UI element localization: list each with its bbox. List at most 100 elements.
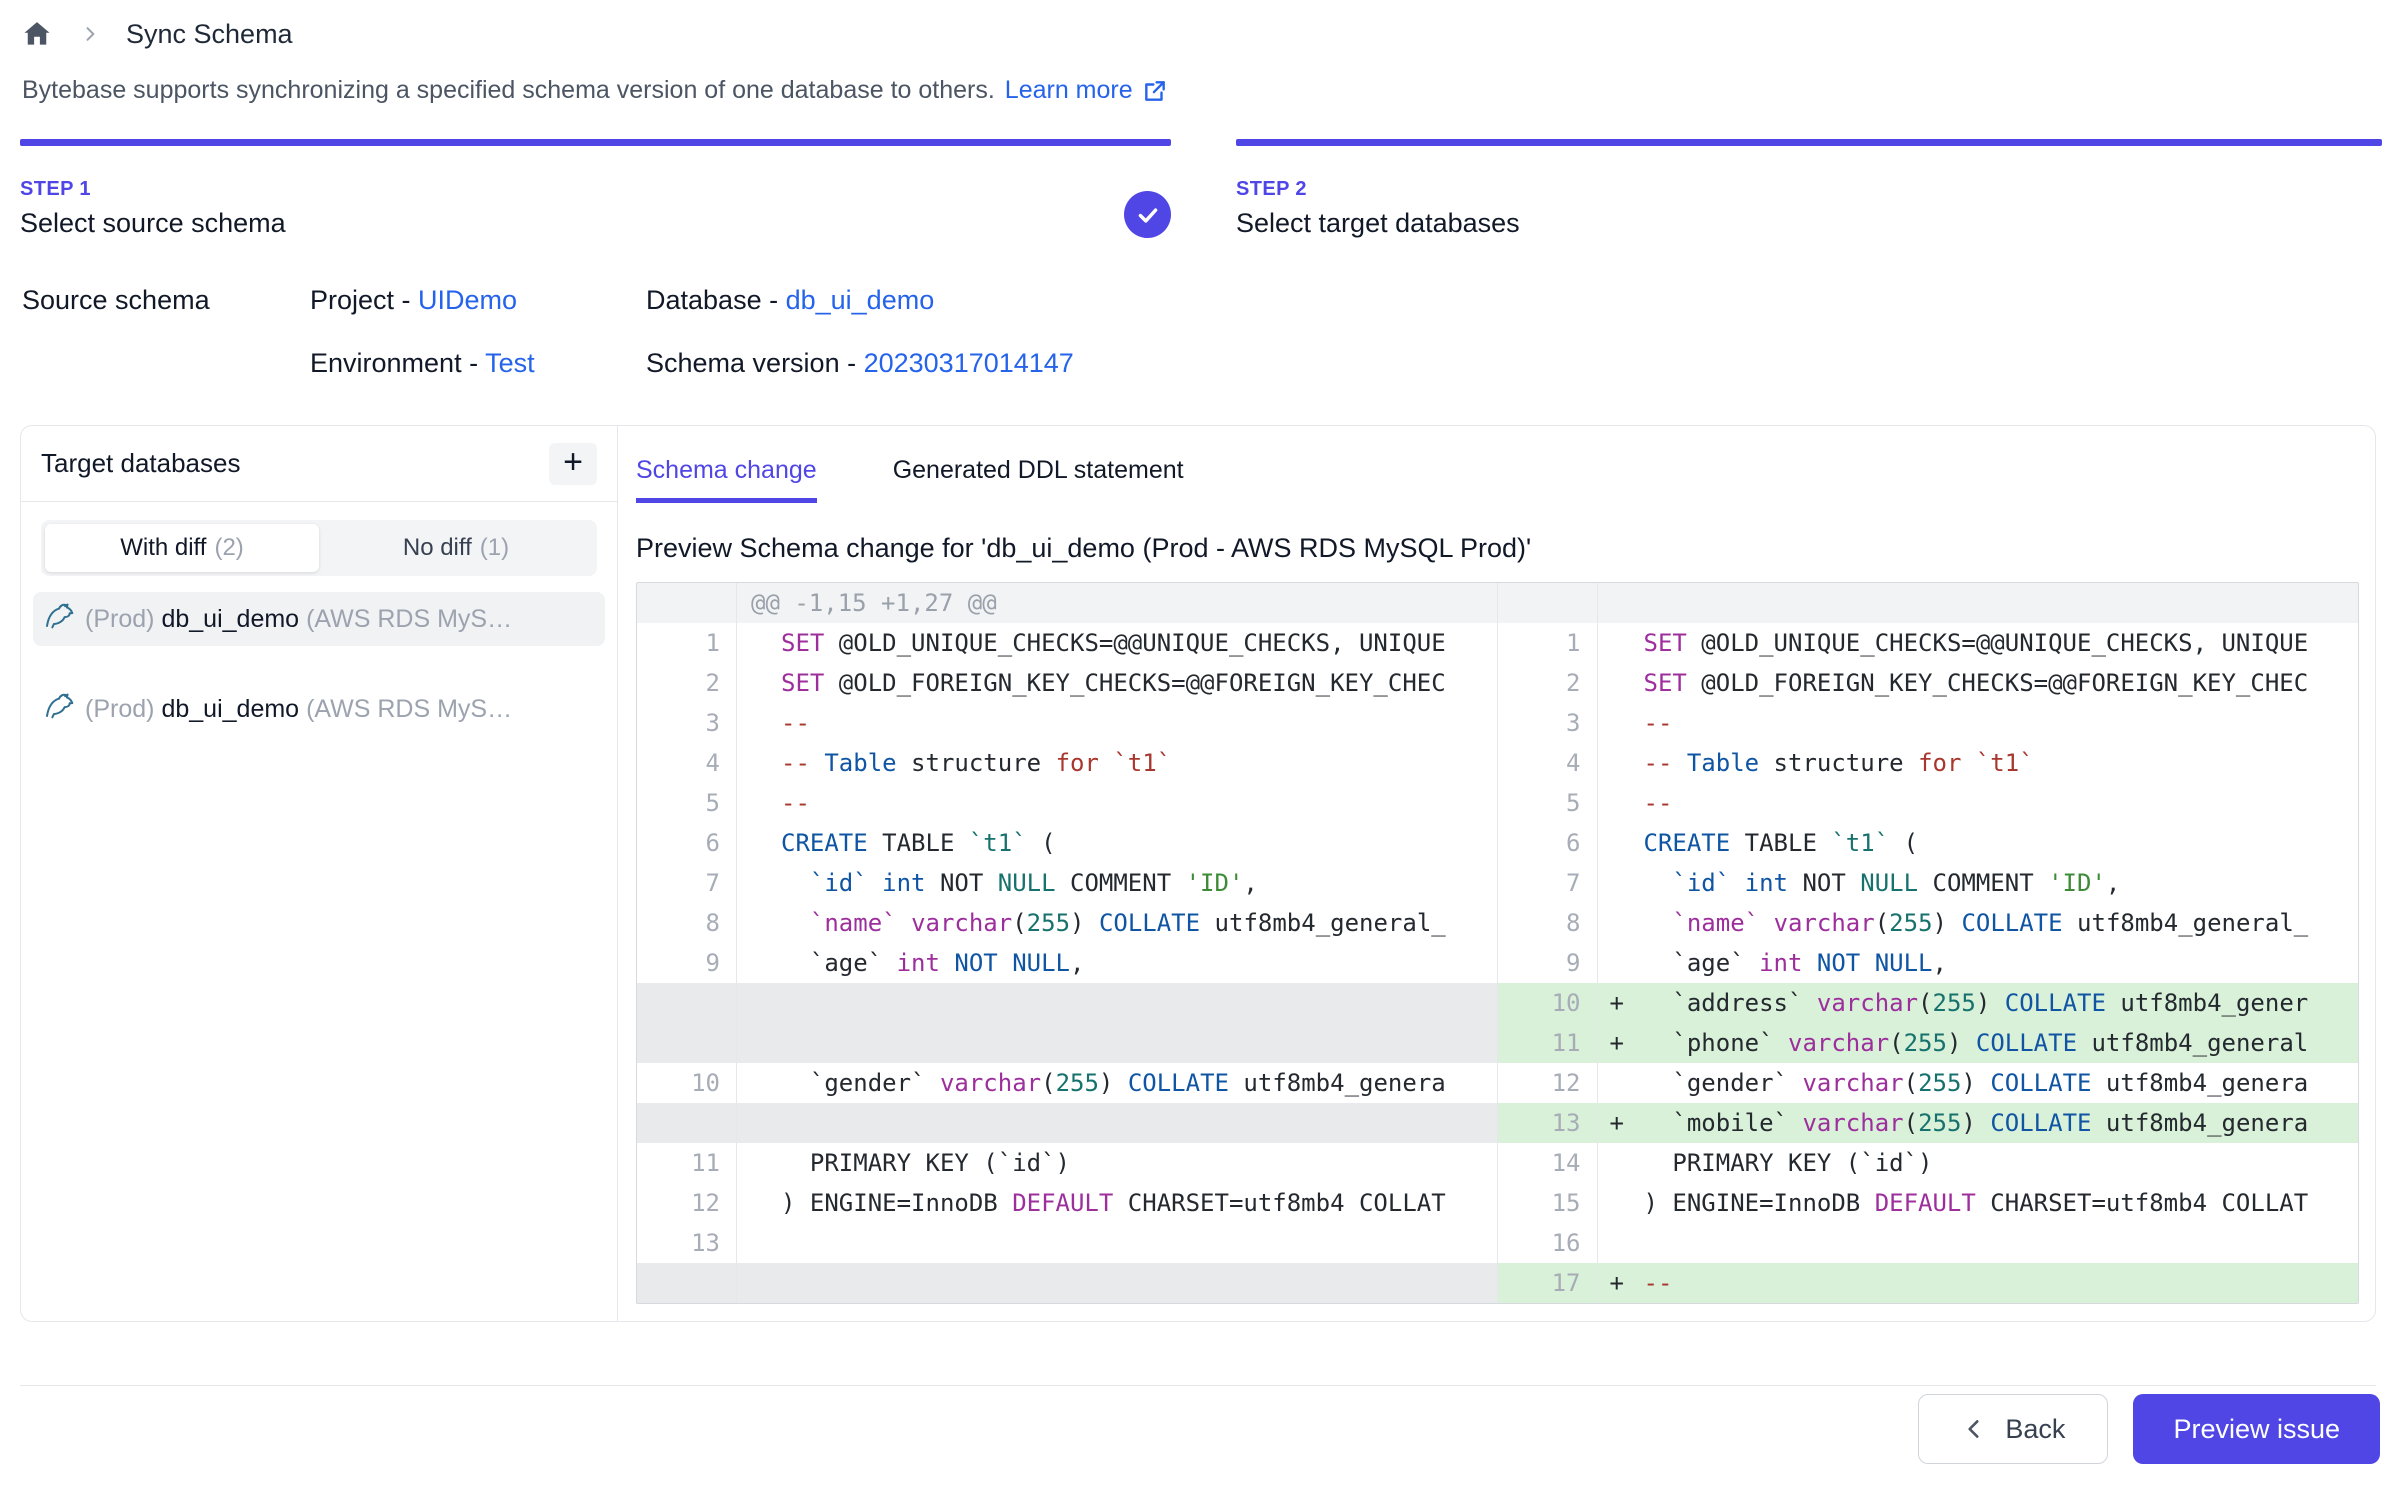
tab-schema-change[interactable]: Schema change [636, 456, 817, 503]
diff-line-number: 1 [1498, 623, 1598, 663]
field-value-link[interactable]: UIDemo [418, 285, 517, 315]
diff-code-line: `id` int NOT NULL COMMENT 'ID', [737, 863, 1498, 903]
diff-line-number: 10 [637, 1063, 737, 1103]
diff-right-side: 7 `id` int NOT NULL COMMENT 'ID', [1498, 863, 2359, 903]
database-environment: (Prod) [85, 605, 154, 634]
diff-line-number [637, 1263, 737, 1303]
diff-code-line: `address` varchar(255) COLLATE utf8mb4_g… [1644, 983, 2359, 1023]
database-list-item[interactable]: (Prod)db_ui_demo(AWS RDS MyS… [33, 592, 605, 646]
diff-right-side: 14 PRIMARY KEY (`id`) [1498, 1143, 2359, 1183]
diff-right-side: 17+-- [1498, 1263, 2359, 1303]
field-value-link[interactable]: db_ui_demo [786, 285, 935, 315]
back-button[interactable]: Back [1918, 1394, 2108, 1464]
field-name: Project [310, 285, 394, 315]
diff-code-line: PRIMARY KEY (`id`) [737, 1143, 1498, 1183]
diff-left-side: 3-- [637, 703, 1498, 743]
diff-code-line: CREATE TABLE `t1` ( [737, 823, 1498, 863]
tab-with-diff[interactable]: With diff(2) [45, 524, 319, 572]
sync-schema-page: Sync Schema Bytebase supports synchroniz… [0, 12, 2396, 1492]
diff-left-side: 12) ENGINE=InnoDB DEFAULT CHARSET=utf8mb… [637, 1183, 1498, 1223]
diff-code-line: -- Table structure for `t1` [1644, 743, 2359, 783]
diff-line-number: 3 [1498, 703, 1598, 743]
diff-left-side [637, 1103, 1498, 1143]
target-databases-panel: Target databases + With diff(2)No diff(1… [21, 426, 618, 1321]
preview-issue-button[interactable]: Preview issue [2133, 1394, 2380, 1464]
diff-code-line: `phone` varchar(255) COLLATE utf8mb4_gen… [1644, 1023, 2359, 1063]
tab-label: With diff [120, 534, 206, 562]
diff-right-side: 10+ `address` varchar(255) COLLATE utf8m… [1498, 983, 2359, 1023]
diff-row: 1SET @OLD_UNIQUE_CHECKS=@@UNIQUE_CHECKS,… [637, 623, 2358, 663]
diff-left-side: 9 `age` int NOT NULL, [637, 943, 1498, 983]
schema-diff-viewer[interactable]: @@ -1,15 +1,27 @@1SET @OLD_UNIQUE_CHECKS… [636, 582, 2359, 1304]
diff-add-marker: + [1598, 1023, 1644, 1063]
diff-code-line: -- Table structure for `t1` [737, 743, 1498, 783]
diff-left-side: 8 `name` varchar(255) COLLATE utf8mb4_ge… [637, 903, 1498, 943]
page-description: Bytebase supports synchronizing a specif… [22, 76, 2396, 105]
external-link-icon [1142, 78, 1168, 104]
field-name: Schema version [646, 348, 840, 378]
diff-code-line: `name` varchar(255) COLLATE utf8mb4_gene… [1644, 903, 2359, 943]
chevron-left-icon [1961, 1416, 1987, 1442]
diff-line-number: 13 [637, 1223, 737, 1263]
diff-row: 8 `name` varchar(255) COLLATE utf8mb4_ge… [637, 903, 2358, 943]
diff-row: 5--5-- [637, 783, 2358, 823]
diff-code-line: `age` int NOT NULL, [1644, 943, 2359, 983]
diff-code-line: ) ENGINE=InnoDB DEFAULT CHARSET=utf8mb4 … [737, 1183, 1498, 1223]
field-separator: - [840, 348, 864, 378]
source-field-project: Project - UIDemo [310, 285, 646, 316]
diff-line-number: 8 [637, 903, 737, 943]
field-value-link[interactable]: 20230317014147 [864, 348, 1074, 378]
diff-line-number [637, 983, 737, 1023]
source-field-database: Database - db_ui_demo [646, 285, 1074, 316]
field-separator: - [462, 348, 486, 378]
field-value-link[interactable]: Test [485, 348, 535, 378]
diff-left-side: 2SET @OLD_FOREIGN_KEY_CHECKS=@@FOREIGN_K… [637, 663, 1498, 703]
step1-progress-bar [20, 139, 1171, 146]
diff-row: 10+ `address` varchar(255) COLLATE utf8m… [637, 983, 2358, 1023]
diff-line-number: 8 [1498, 903, 1598, 943]
diff-right-side: 8 `name` varchar(255) COLLATE utf8mb4_ge… [1498, 903, 2359, 943]
tab-no-diff[interactable]: No diff(1) [319, 524, 593, 572]
diff-code-line: SET @OLD_FOREIGN_KEY_CHECKS=@@FOREIGN_KE… [737, 663, 1498, 703]
diff-left-side [637, 1023, 1498, 1063]
home-icon[interactable] [22, 19, 52, 49]
diff-line-number [637, 1023, 737, 1063]
diff-line-number: 15 [1498, 1183, 1598, 1223]
diff-row: 13+ `mobile` varchar(255) COLLATE utf8mb… [637, 1103, 2358, 1143]
diff-code-line: SET @OLD_UNIQUE_CHECKS=@@UNIQUE_CHECKS, … [737, 623, 1498, 663]
database-list: (Prod)db_ui_demo(AWS RDS MyS…(Prod)db_ui… [33, 592, 605, 736]
diff-code-line [1644, 583, 2359, 623]
diff-add-marker: + [1598, 983, 1644, 1023]
diff-line-number: 16 [1498, 1223, 1598, 1263]
page-title: Sync Schema [126, 19, 293, 50]
database-instance: (AWS RDS MyS… [306, 695, 512, 724]
footer-divider [20, 1385, 2376, 1386]
diff-right-side: 9 `age` int NOT NULL, [1498, 943, 2359, 983]
diff-right-side: 11+ `phone` varchar(255) COLLATE utf8mb4… [1498, 1023, 2359, 1063]
diff-right-side: 1SET @OLD_UNIQUE_CHECKS=@@UNIQUE_CHECKS,… [1498, 623, 2359, 663]
database-list-item[interactable]: (Prod)db_ui_demo(AWS RDS MyS… [33, 682, 605, 736]
diff-row: @@ -1,15 +1,27 @@ [637, 583, 2358, 623]
diff-right-side: 2SET @OLD_FOREIGN_KEY_CHECKS=@@FOREIGN_K… [1498, 663, 2359, 703]
tab-count: (1) [480, 534, 509, 562]
tab-generated-ddl-statement[interactable]: Generated DDL statement [893, 456, 1184, 503]
diff-code-line: `age` int NOT NULL, [737, 943, 1498, 983]
diff-add-marker [1598, 703, 1644, 743]
check-icon [1124, 191, 1171, 238]
add-database-button[interactable]: + [549, 443, 597, 485]
diff-row: 17+-- [637, 1263, 2358, 1303]
diff-line-number: 6 [1498, 823, 1598, 863]
source-field-schema-version: Schema version - 20230317014147 [646, 348, 1074, 379]
database-name: db_ui_demo [161, 605, 299, 634]
diff-code-line [737, 983, 1498, 1023]
diff-row: 6CREATE TABLE `t1` (6CREATE TABLE `t1` ( [637, 823, 2358, 863]
diff-line-number [1498, 583, 1598, 623]
learn-more-link[interactable]: Learn more [1005, 76, 1168, 105]
source-schema-label: Source schema [22, 285, 310, 379]
diff-line-number: 4 [1498, 743, 1598, 783]
diff-code-line: -- [737, 703, 1498, 743]
field-separator: - [762, 285, 786, 315]
diff-right-side [1498, 583, 2359, 623]
diff-line-number: 7 [637, 863, 737, 903]
diff-add-marker [1598, 863, 1644, 903]
